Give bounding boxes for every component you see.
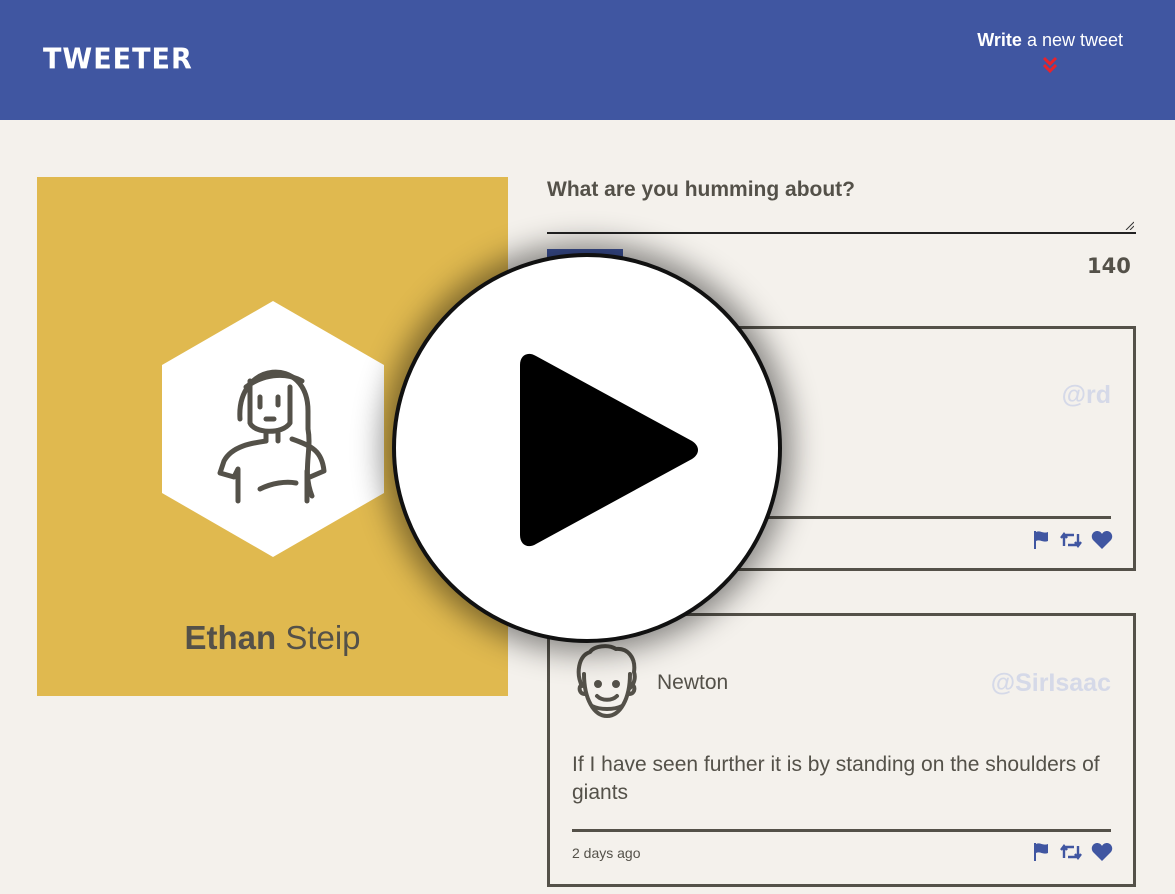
char-counter: 140 (1087, 254, 1131, 278)
profile-avatar (162, 301, 384, 557)
play-icon (520, 353, 698, 547)
compose-label-rest: a new tweet (1021, 30, 1123, 50)
retweet-icon[interactable] (1059, 530, 1083, 550)
tweet-textarea[interactable]: What are you humming about? (547, 178, 1136, 234)
tweet-actions (1031, 530, 1113, 550)
video-play-button[interactable] (392, 253, 782, 643)
heart-icon[interactable] (1091, 842, 1113, 862)
chevron-double-down-icon[interactable] (1040, 55, 1060, 75)
profile-last-name: Steip (285, 619, 361, 656)
tweet-divider (572, 829, 1111, 832)
top-nav: TWEETER Write a new tweet (0, 0, 1175, 120)
tweet-timestamp: 2 days ago (572, 845, 641, 861)
tweet-handle: @rd (1061, 381, 1111, 409)
flag-icon[interactable] (1031, 530, 1051, 550)
tweet-author-name: Newton (657, 671, 729, 694)
retweet-icon[interactable] (1059, 842, 1083, 862)
tweet-actions (1031, 842, 1113, 862)
tweet-handle: @SirIsaac (990, 669, 1111, 697)
tweet-body: If I have seen further it is by standing… (572, 753, 1100, 804)
resize-handle-icon[interactable] (1124, 220, 1134, 230)
compose-toggle[interactable]: Write a new tweet (977, 30, 1123, 75)
profile-first-name: Ethan (184, 619, 277, 656)
compose-label-bold: Write (977, 30, 1022, 50)
heart-icon[interactable] (1091, 530, 1113, 550)
user-avatar-icon (576, 644, 637, 718)
tweet-card: Newton @SirIsaac If I have seen further … (547, 613, 1136, 887)
tweet-textarea-placeholder: What are you humming about? (547, 178, 855, 201)
app-logo: TWEETER (43, 43, 193, 76)
flag-icon[interactable] (1031, 842, 1051, 862)
